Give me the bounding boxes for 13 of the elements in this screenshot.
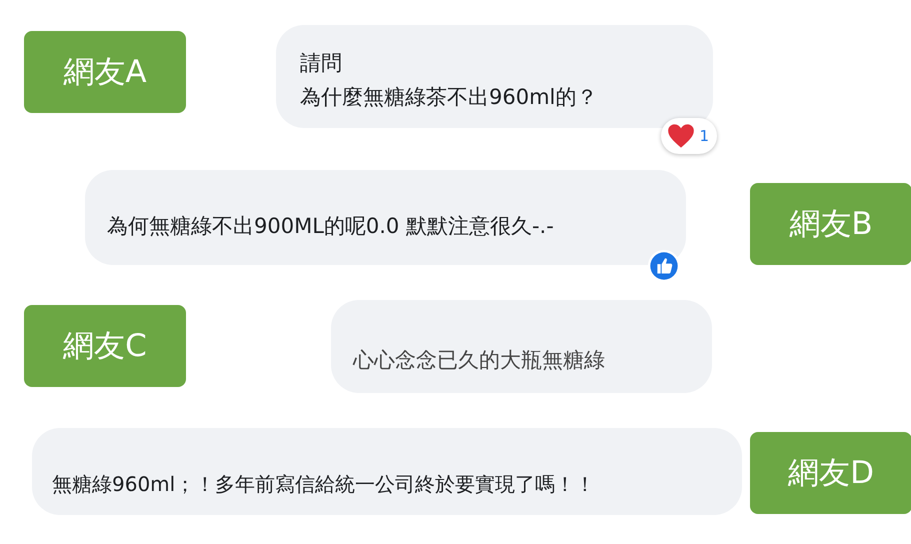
comment-text: 為何無糖綠不出900ML的呢0.0 默默注意很久-.-	[107, 213, 554, 240]
comment-text: 心心念念已久的大瓶無糖綠	[353, 347, 605, 374]
user-name-tag: 網友D	[750, 432, 911, 514]
user-name-tag: 網友C	[24, 305, 186, 387]
heart-icon	[667, 123, 696, 149]
thumbs-up-icon[interactable]	[647, 249, 681, 283]
comment-text: 為什麼無糖綠茶不出960ml的？	[300, 84, 598, 111]
reaction-badge[interactable]: 1	[661, 118, 717, 154]
comment-text: 請問	[300, 50, 342, 77]
user-name-tag: 網友A	[24, 31, 186, 113]
reaction-count: 1	[699, 127, 709, 145]
comment-text: 無糖綠960ml；！多年前寫信給統一公司終於要實現了嗎！！	[52, 471, 596, 498]
user-name-tag: 網友B	[750, 183, 911, 265]
